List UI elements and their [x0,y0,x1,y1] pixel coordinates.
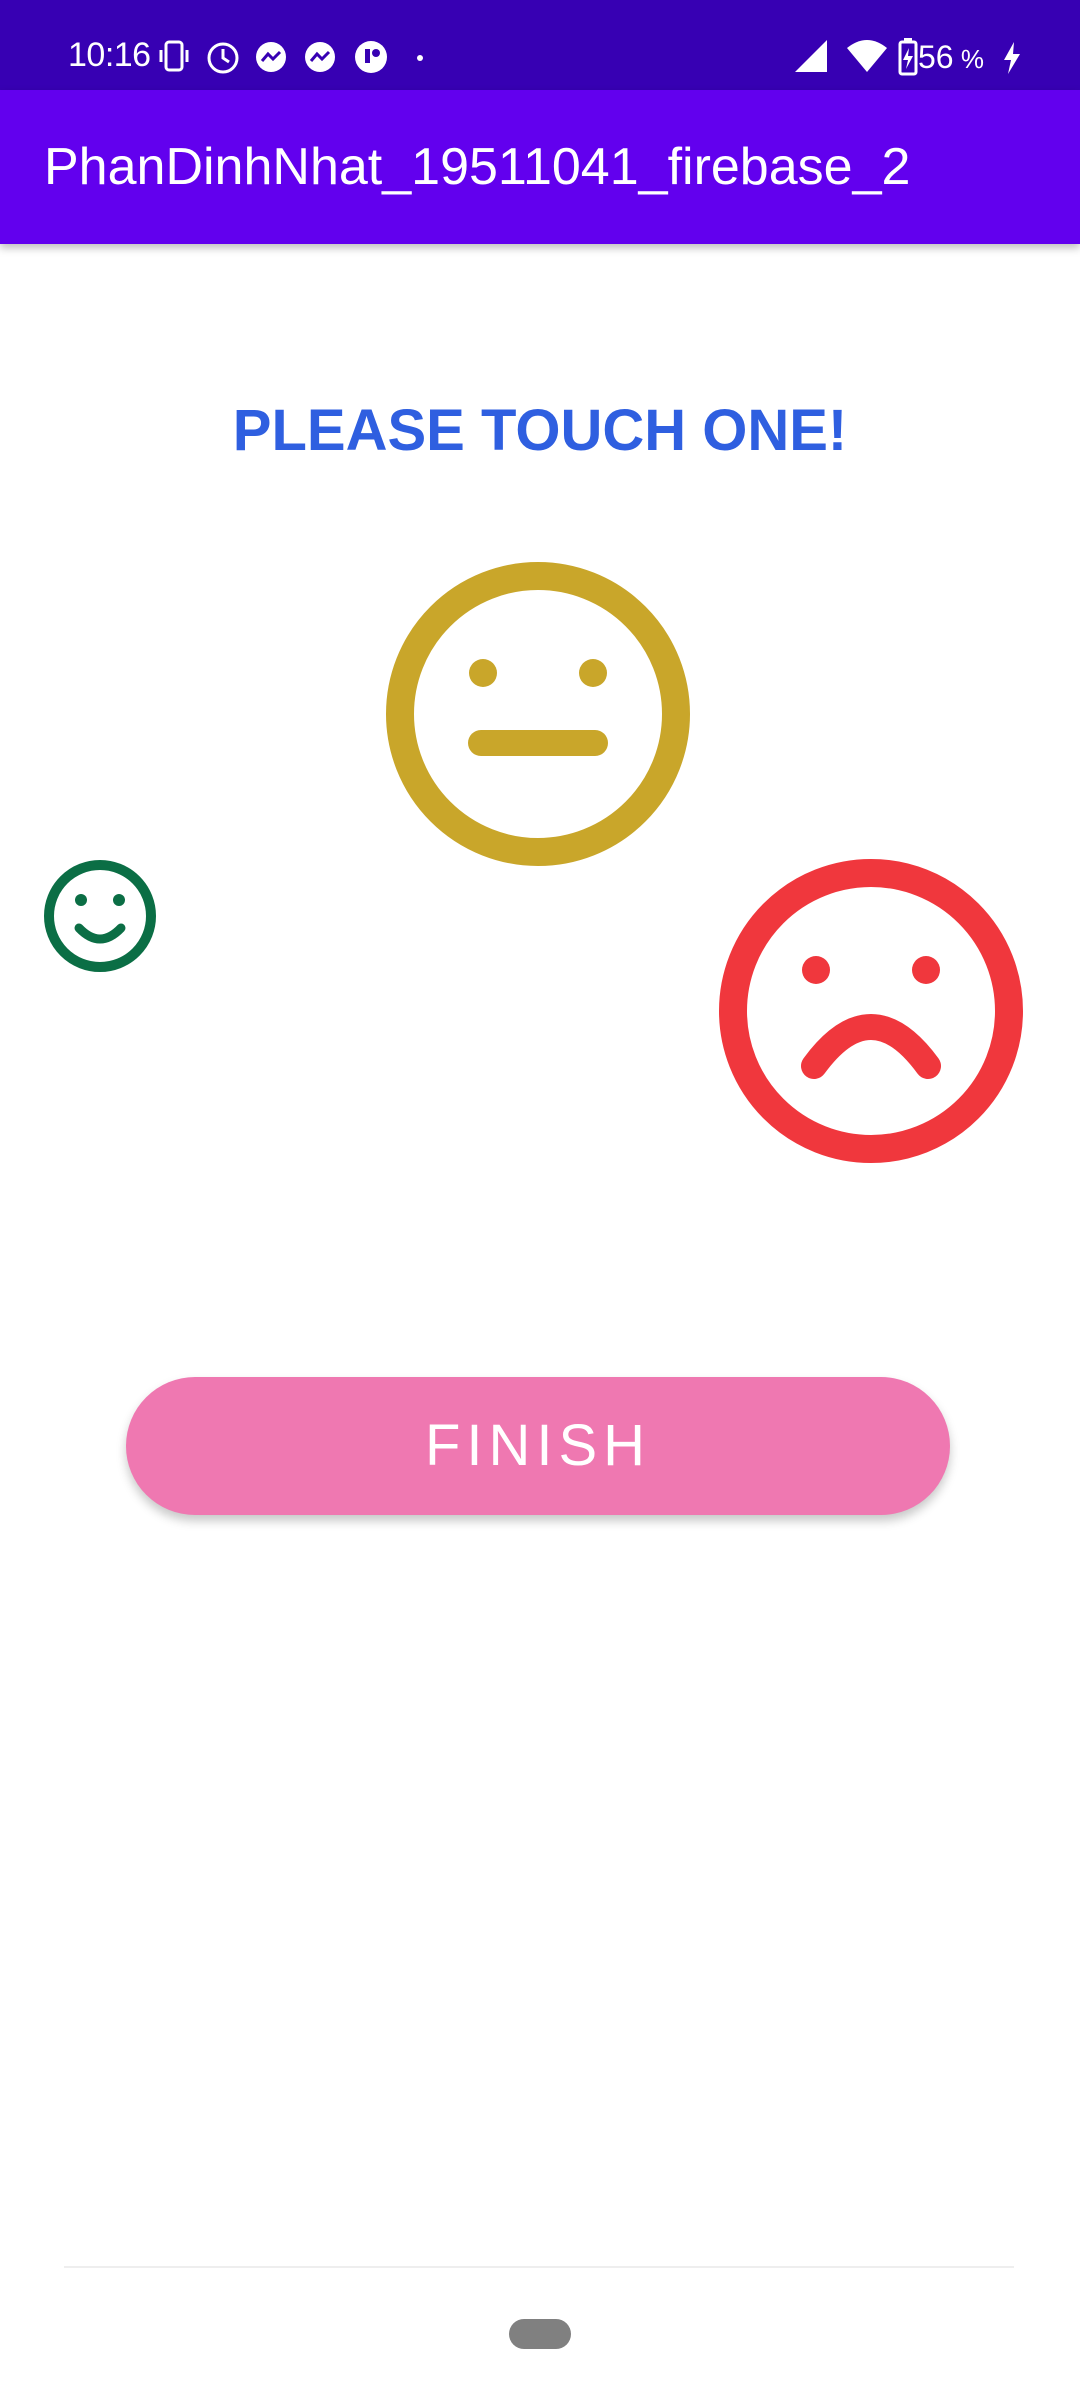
neutral-face-icon[interactable] [385,561,691,867]
clock-icon [207,42,239,74]
sad-face-icon[interactable] [718,858,1024,1164]
page-prompt: PLEASE TOUCH ONE! [232,398,848,463]
wifi-icon [847,40,887,72]
app-bar: PhanDinhNhat_19511041_firebase_2 [0,90,1080,244]
status-notification-icons [159,40,423,74]
dot-icon [417,55,423,61]
finish-button[interactable]: FINISH [126,1377,950,1515]
app-icon [355,41,387,73]
status-bar: 10:16 56 % [0,0,1080,90]
charging-bolt-icon [1004,42,1020,74]
messenger-icon [305,42,335,72]
app-title: PhanDinhNhat_19511041_firebase_2 [44,138,911,196]
battery-charging-icon [898,38,918,76]
battery-percentage: 56 % [918,39,984,75]
signal-icon [795,40,827,72]
status-system-icons [795,38,918,76]
vibrate-icon [159,40,189,72]
status-time: 10:16 [68,36,151,74]
nav-divider [64,2266,1014,2268]
happy-face-icon[interactable] [42,858,158,974]
messenger-icon [256,42,286,72]
home-gesture-handle[interactable] [509,2319,571,2349]
